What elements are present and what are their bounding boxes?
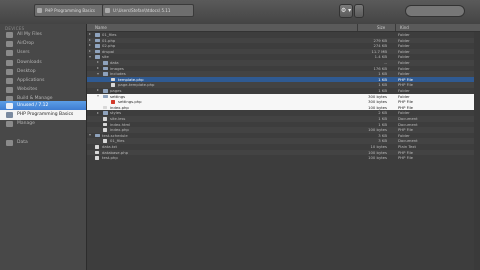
- action-gear-button[interactable]: ⚙ ▾: [339, 4, 353, 18]
- sidebar-item[interactable]: Data: [0, 138, 86, 148]
- file-icon: [95, 145, 99, 149]
- folder-icon: [6, 112, 13, 118]
- disclosure-closed-icon[interactable]: [97, 66, 99, 69]
- search-field[interactable]: [405, 5, 465, 25]
- disclosure-open-icon[interactable]: [89, 55, 91, 58]
- sidebar-item[interactable]: Users: [0, 48, 86, 58]
- column-divider: [395, 24, 396, 31]
- folder-icon: [105, 8, 110, 13]
- folder-icon: [37, 8, 42, 13]
- path-left-label: PHP Programming Basics: [45, 8, 96, 13]
- folder-icon: [103, 66, 108, 71]
- path-segment-left[interactable]: PHP Programming Basics: [34, 4, 108, 17]
- file-name: test.php: [102, 155, 118, 161]
- column-divider: [357, 24, 358, 31]
- folder-icon: [6, 60, 13, 66]
- sidebar: DEVICES All My Files AirDrop Users Downloads…: [0, 24, 87, 270]
- column-header: Name Size Kind: [87, 24, 480, 32]
- file-kind: PHP File: [398, 155, 413, 161]
- disclosure-closed-icon[interactable]: [97, 61, 99, 64]
- file-icon: [103, 122, 107, 127]
- disclosure-closed-icon[interactable]: [97, 111, 99, 114]
- finder-toolbar: PHP Programming Basics U:\Users\Stefan\h…: [0, 0, 480, 25]
- folder-icon: [95, 33, 100, 37]
- folder-icon: [6, 78, 13, 84]
- gear-icon: ⚙ ▾: [340, 7, 352, 14]
- file-size: 100 bytes: [368, 155, 387, 161]
- sidebar-item-label: Data: [17, 140, 28, 145]
- folder-icon: [95, 38, 100, 43]
- folder-icon: [103, 94, 108, 99]
- folder-icon: [6, 69, 13, 75]
- disclosure-closed-icon[interactable]: [89, 49, 91, 52]
- folder-icon: [6, 103, 13, 109]
- file-icon: [103, 139, 107, 143]
- folder-icon: [6, 32, 13, 38]
- folder-icon: [103, 72, 108, 76]
- php-file-flag-icon: [111, 100, 115, 104]
- share-button[interactable]: [354, 4, 364, 18]
- folder-icon: [95, 55, 100, 59]
- file-icon: [111, 83, 115, 87]
- file-icon: [103, 117, 107, 121]
- disclosure-closed-icon[interactable]: [89, 38, 91, 41]
- scrollbar[interactable]: [474, 32, 480, 270]
- disclosure-closed-icon[interactable]: [89, 44, 91, 47]
- file-icon: [95, 156, 99, 160]
- sidebar-item[interactable]: Manage: [0, 119, 86, 129]
- sidebar-item-label: Manage: [17, 121, 35, 126]
- path-segment-right[interactable]: U:\Users\Stefan\htdocs\ 5.11: [102, 4, 194, 17]
- disclosure-closed-icon[interactable]: [97, 89, 99, 92]
- column-name-header[interactable]: Name: [95, 24, 107, 31]
- sidebar-item-label: Users: [17, 50, 30, 55]
- folder-icon: [103, 89, 108, 93]
- folder-icon: [6, 121, 13, 127]
- file-icon: [103, 105, 107, 110]
- column-kind-header[interactable]: Kind: [400, 24, 409, 31]
- folder-icon: [103, 111, 108, 115]
- folder-icon: [95, 133, 100, 138]
- folder-icon: [103, 61, 108, 65]
- disclosure-open-icon[interactable]: [97, 95, 99, 98]
- folder-icon: [6, 50, 13, 56]
- folder-icon: [6, 87, 13, 93]
- folder-icon: [95, 49, 100, 54]
- file-icon: [95, 150, 99, 155]
- disclosure-open-icon[interactable]: [97, 72, 99, 75]
- path-right-label: U:\Users\Stefan\htdocs\ 5.11: [113, 8, 171, 13]
- column-size-header[interactable]: Size: [377, 24, 385, 31]
- file-icon: [111, 77, 115, 82]
- file-list: 01_files Folder 01.php 279 KB Folder 02.php 27…: [87, 32, 480, 270]
- folder-icon: [6, 140, 13, 146]
- file-icon: [103, 128, 107, 132]
- folder-icon: [6, 41, 13, 47]
- disclosure-open-icon[interactable]: [89, 134, 91, 137]
- disclosure-closed-icon[interactable]: [89, 33, 91, 36]
- folder-icon: [95, 44, 100, 48]
- file-row[interactable]: test.php 100 bytes PHP File: [87, 155, 480, 161]
